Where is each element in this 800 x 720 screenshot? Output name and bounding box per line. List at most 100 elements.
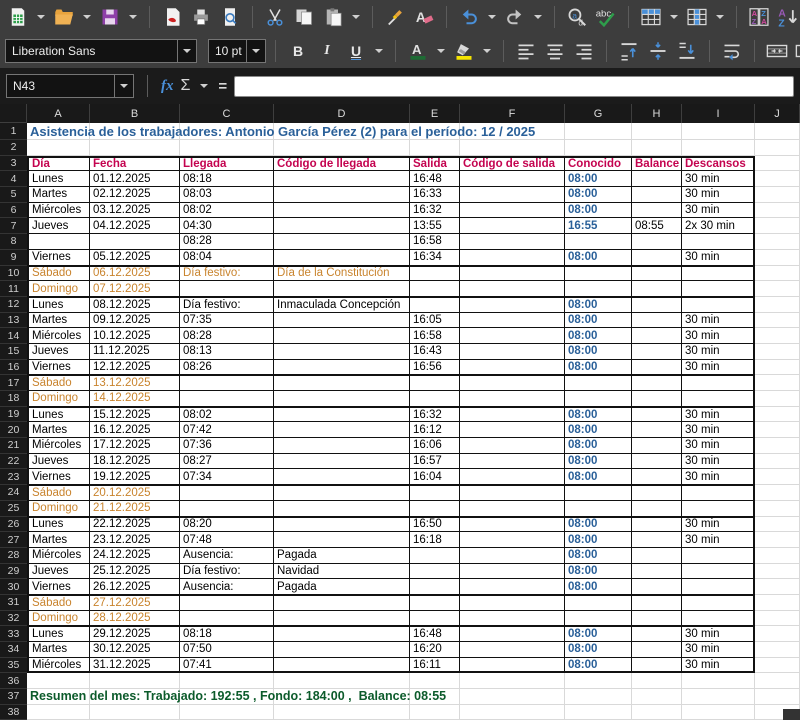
row-header[interactable]: 35 [0,658,27,674]
cell[interactable] [755,250,800,266]
header-descansos[interactable]: Descansos [682,156,755,172]
cell-conocido[interactable]: 08:00 [565,532,632,548]
row-header[interactable]: 7 [0,218,27,234]
cell-conocido[interactable]: 08:00 [565,626,632,642]
cell-llegada[interactable]: 07:50 [180,642,274,658]
cell-dia[interactable]: Martes [27,532,90,548]
cell[interactable] [682,673,755,689]
row-header[interactable]: 33 [0,626,27,642]
cell-descansos[interactable]: 30 min [682,407,755,423]
cell-fecha[interactable]: 18.12.2025 [90,454,180,470]
cell[interactable] [460,123,565,140]
cell-salida[interactable]: 16:34 [410,250,460,266]
cell[interactable] [755,344,800,360]
cell-conocido[interactable]: 08:00 [565,171,632,187]
cell-conocido[interactable]: 08:00 [565,454,632,470]
cell[interactable] [274,689,410,705]
print-icon[interactable] [188,4,214,30]
cell-codigo-salida[interactable] [460,517,565,533]
cell[interactable] [755,485,800,501]
cell-fecha[interactable]: 20.12.2025 [90,485,180,501]
cell-codigo-llegada[interactable] [274,218,410,234]
cell-salida[interactable]: 16:57 [410,454,460,470]
cell[interactable] [755,171,800,187]
cell[interactable] [755,360,800,376]
cell[interactable] [755,187,800,203]
row-header[interactable]: 21 [0,438,27,454]
cell-codigo-salida[interactable] [460,313,565,329]
cell-balance[interactable] [632,344,682,360]
cell[interactable] [565,140,632,156]
cell-conocido[interactable]: 08:00 [565,187,632,203]
cell-dia[interactable]: Miércoles [27,203,90,219]
cell-balance[interactable] [632,611,682,627]
cell-descansos[interactable]: 30 min [682,313,755,329]
cell-balance[interactable] [632,360,682,376]
cell-fecha[interactable]: 28.12.2025 [90,611,180,627]
cell-codigo-salida[interactable] [460,595,565,611]
export-pdf-icon[interactable] [159,4,185,30]
cell-descansos[interactable]: 30 min [682,658,755,674]
highlight-dropdown[interactable] [483,49,491,53]
cell-balance[interactable] [632,407,682,423]
row-header[interactable]: 25 [0,501,27,517]
cell-llegada[interactable]: 08:18 [180,171,274,187]
cell-dia[interactable]: Sábado [27,266,90,282]
bold-button[interactable]: B [285,38,311,64]
align-left-icon[interactable] [513,38,539,64]
cell[interactable] [90,123,180,140]
cell-codigo-llegada[interactable] [274,234,410,250]
cell-descansos[interactable]: 30 min [682,517,755,533]
cell-llegada[interactable]: 07:34 [180,469,274,485]
row-header[interactable]: 34 [0,642,27,658]
cell-fecha[interactable]: 05.12.2025 [90,250,180,266]
cell-balance[interactable] [632,501,682,517]
cell[interactable] [755,328,800,344]
row-header[interactable]: 10 [0,266,27,282]
cell-descansos[interactable]: 30 min [682,187,755,203]
font-size-dropdown[interactable] [246,40,265,62]
cell[interactable] [755,469,800,485]
cell-fecha[interactable]: 01.12.2025 [90,171,180,187]
cell[interactable] [755,407,800,423]
cell-codigo-llegada[interactable] [274,360,410,376]
wrap-text-icon[interactable] [719,38,745,64]
cell[interactable] [565,123,632,140]
row-header[interactable]: 31 [0,595,27,611]
column-header-e[interactable]: E [410,104,460,123]
cell-codigo-llegada[interactable] [274,469,410,485]
cell-conocido[interactable]: 08:00 [565,360,632,376]
cell-llegada[interactable]: 08:20 [180,517,274,533]
cell-llegada[interactable]: Día festivo: [180,564,274,580]
cell-codigo-salida[interactable] [460,532,565,548]
cell-descansos[interactable] [682,375,755,391]
cell-codigo-salida[interactable] [460,203,565,219]
cell[interactable] [90,673,180,689]
cell[interactable] [565,673,632,689]
cell-fecha[interactable]: 07.12.2025 [90,281,180,297]
cell-llegada[interactable] [180,485,274,501]
font-name-combo[interactable]: Liberation Sans [5,39,197,63]
cell-codigo-salida[interactable] [460,501,565,517]
header-salida[interactable]: Salida [410,156,460,172]
cell-conocido[interactable] [565,485,632,501]
cell-codigo-llegada[interactable] [274,281,410,297]
cell-dia[interactable]: Lunes [27,626,90,642]
cell-salida[interactable]: 16:32 [410,203,460,219]
cell-llegada[interactable]: 08:28 [180,234,274,250]
cell-descansos[interactable]: 30 min [682,642,755,658]
cell-codigo-salida[interactable] [460,658,565,674]
cell-codigo-salida[interactable] [460,360,565,376]
cell[interactable] [410,140,460,156]
cell-fecha[interactable]: 14.12.2025 [90,391,180,407]
cell-llegada[interactable]: 08:13 [180,344,274,360]
cell[interactable] [755,422,800,438]
header-codigo-salida[interactable]: Código de salida [460,156,565,172]
cell[interactable] [755,281,800,297]
cell-balance[interactable] [632,469,682,485]
cell-codigo-salida[interactable] [460,579,565,595]
cell-llegada[interactable]: Ausencia: [180,579,274,595]
cell-dia[interactable]: Sábado [27,595,90,611]
cell-salida[interactable] [410,266,460,282]
cell-dia[interactable]: Viernes [27,579,90,595]
